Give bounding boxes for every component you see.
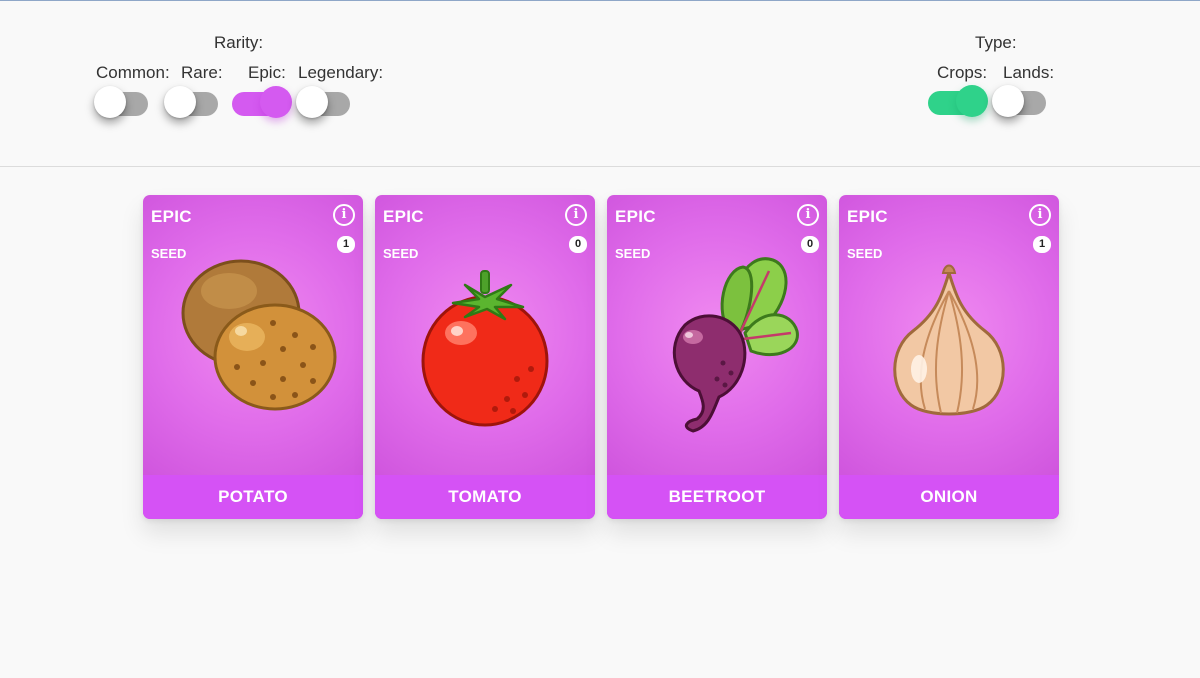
filter-bar: Rarity: Common: Rare: Epic: Legendary: T… xyxy=(0,1,1200,166)
card-name: POTATO xyxy=(143,475,363,519)
rare-toggle[interactable] xyxy=(164,80,220,120)
crops-toggle[interactable] xyxy=(928,79,988,119)
card-name: ONION xyxy=(839,475,1059,519)
beetroot-icon xyxy=(672,257,799,433)
card-name: BEETROOT xyxy=(607,475,827,519)
toggle-knob xyxy=(94,86,126,118)
toggle-knob xyxy=(992,85,1024,117)
tomato-icon xyxy=(421,270,549,427)
card-rarity: EPIC xyxy=(847,207,888,226)
card-tomato[interactable]: EPIC SEED i 0 TOMATO xyxy=(375,195,595,519)
type-filter-title: Type: xyxy=(975,33,1017,52)
potato-icon xyxy=(181,259,337,411)
epic-toggle[interactable] xyxy=(232,80,292,120)
toggle-knob xyxy=(296,86,328,118)
onion-icon xyxy=(893,264,1005,416)
info-icon[interactable]: i xyxy=(797,204,819,226)
common-toggle[interactable] xyxy=(94,80,150,120)
toggle-knob xyxy=(956,85,988,117)
info-icon[interactable]: i xyxy=(333,204,355,226)
card-onion[interactable]: EPIC SEED i 1 ONION xyxy=(839,195,1059,519)
rarity-filter-title: Rarity: xyxy=(214,33,264,52)
card-rarity: EPIC xyxy=(615,207,656,226)
info-icon[interactable]: i xyxy=(565,204,587,226)
card-rarity: EPIC xyxy=(383,207,424,226)
legendary-toggle[interactable] xyxy=(296,80,352,120)
toggle-knob xyxy=(164,86,196,118)
card-rarity: EPIC xyxy=(151,207,192,226)
card-name: TOMATO xyxy=(375,475,595,519)
toggle-knob xyxy=(260,86,292,118)
lands-toggle[interactable] xyxy=(992,79,1048,119)
filter-divider xyxy=(0,166,1200,167)
info-icon[interactable]: i xyxy=(1029,204,1051,226)
card-potato[interactable]: EPIC SEED i 1 POTATO xyxy=(143,195,363,519)
card-beetroot[interactable]: EPIC SEED i 0 BEETROOT xyxy=(607,195,827,519)
